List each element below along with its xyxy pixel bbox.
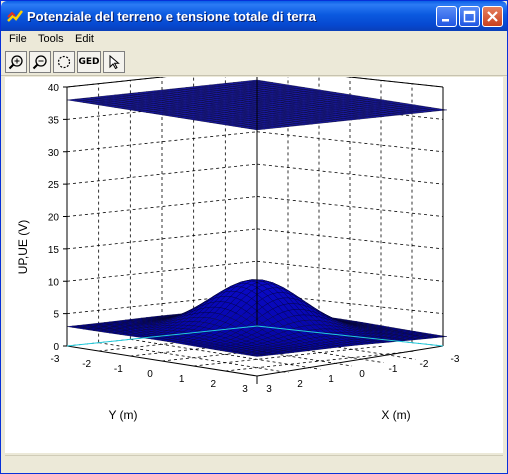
z-tick-label: 0 <box>53 342 59 353</box>
z-tick-label: 35 <box>48 115 60 126</box>
surface-plot: 0510152025303540-3 -2 -1 0 1 2 3 3 2 1 0 -1 -2 -3UP,U… <box>16 66 460 422</box>
x-tick-label: -2 <box>420 359 429 370</box>
rotate-button[interactable] <box>53 51 75 73</box>
y-tick-label: 3 <box>242 384 248 395</box>
y-tick-label: 0 <box>147 369 153 380</box>
y-tick-label: -1 <box>114 364 123 375</box>
z-tick-label: 30 <box>48 148 60 159</box>
z-tick-label: 5 <box>53 310 59 321</box>
menu-file[interactable]: File <box>9 33 27 45</box>
toolbar: GED <box>1 49 507 76</box>
z-axis-label: UP,UE (V) <box>16 220 30 274</box>
zoom-out-icon <box>32 55 47 70</box>
x-axis-label: X (m) <box>381 408 410 422</box>
ged-label: GED <box>78 57 100 67</box>
x-tick-label: -3 <box>451 354 460 365</box>
status-bar <box>5 455 503 472</box>
x-tick-label: 3 <box>266 384 272 395</box>
y-tick-label: -2 <box>82 359 91 370</box>
x-tick-label: 2 <box>297 379 303 390</box>
zoom-out-button[interactable] <box>29 51 51 73</box>
z-tick-label: 10 <box>48 277 60 288</box>
zoom-in-button[interactable] <box>5 51 27 73</box>
z-tick-label: 40 <box>48 83 60 94</box>
minimize-icon <box>442 19 449 22</box>
ged-button[interactable]: GED <box>77 51 101 73</box>
title-bar[interactable]: Potenziale del terreno e tensione totale… <box>1 1 507 31</box>
window-title: Potenziale del terreno e tensione totale… <box>27 9 316 24</box>
menu-edit[interactable]: Edit <box>75 33 94 45</box>
zoom-in-icon <box>8 55 23 70</box>
grid-line <box>256 260 444 282</box>
close-icon <box>487 11 498 22</box>
z-tick-label: 20 <box>48 213 60 224</box>
app-window: Potenziale del terreno e tensione totale… <box>0 0 508 474</box>
rotate-icon <box>57 55 71 69</box>
y-tick-label: 2 <box>211 379 217 390</box>
y-axis-label: Y (m) <box>108 408 137 422</box>
y-tick-label: 1 <box>179 374 185 385</box>
grid-line <box>66 260 258 282</box>
maximize-button[interactable] <box>459 6 480 27</box>
scilab-icon <box>7 10 23 22</box>
x-tick-label: -1 <box>389 364 398 375</box>
close-button[interactable] <box>482 6 503 27</box>
x-tick-label: 1 <box>328 374 334 385</box>
plot-canvas[interactable]: 0 5 10 15 20 25 30 35 40 -3 -2 -1 0 1 2 3 3 2 1 0 -1 -2 -3 UP,U… <box>5 66 503 453</box>
maximize-icon <box>463 10 476 23</box>
menu-tools[interactable]: Tools <box>38 33 64 45</box>
pointer-icon <box>109 54 120 70</box>
z-tick-label: 15 <box>48 245 60 256</box>
minimize-button[interactable] <box>436 6 457 27</box>
y-tick-label: -3 <box>51 354 60 365</box>
menu-bar: File Tools Edit <box>1 31 507 49</box>
x-tick-label: 0 <box>359 369 365 380</box>
pointer-button[interactable] <box>103 51 125 73</box>
z-tick-label: 25 <box>48 180 60 191</box>
